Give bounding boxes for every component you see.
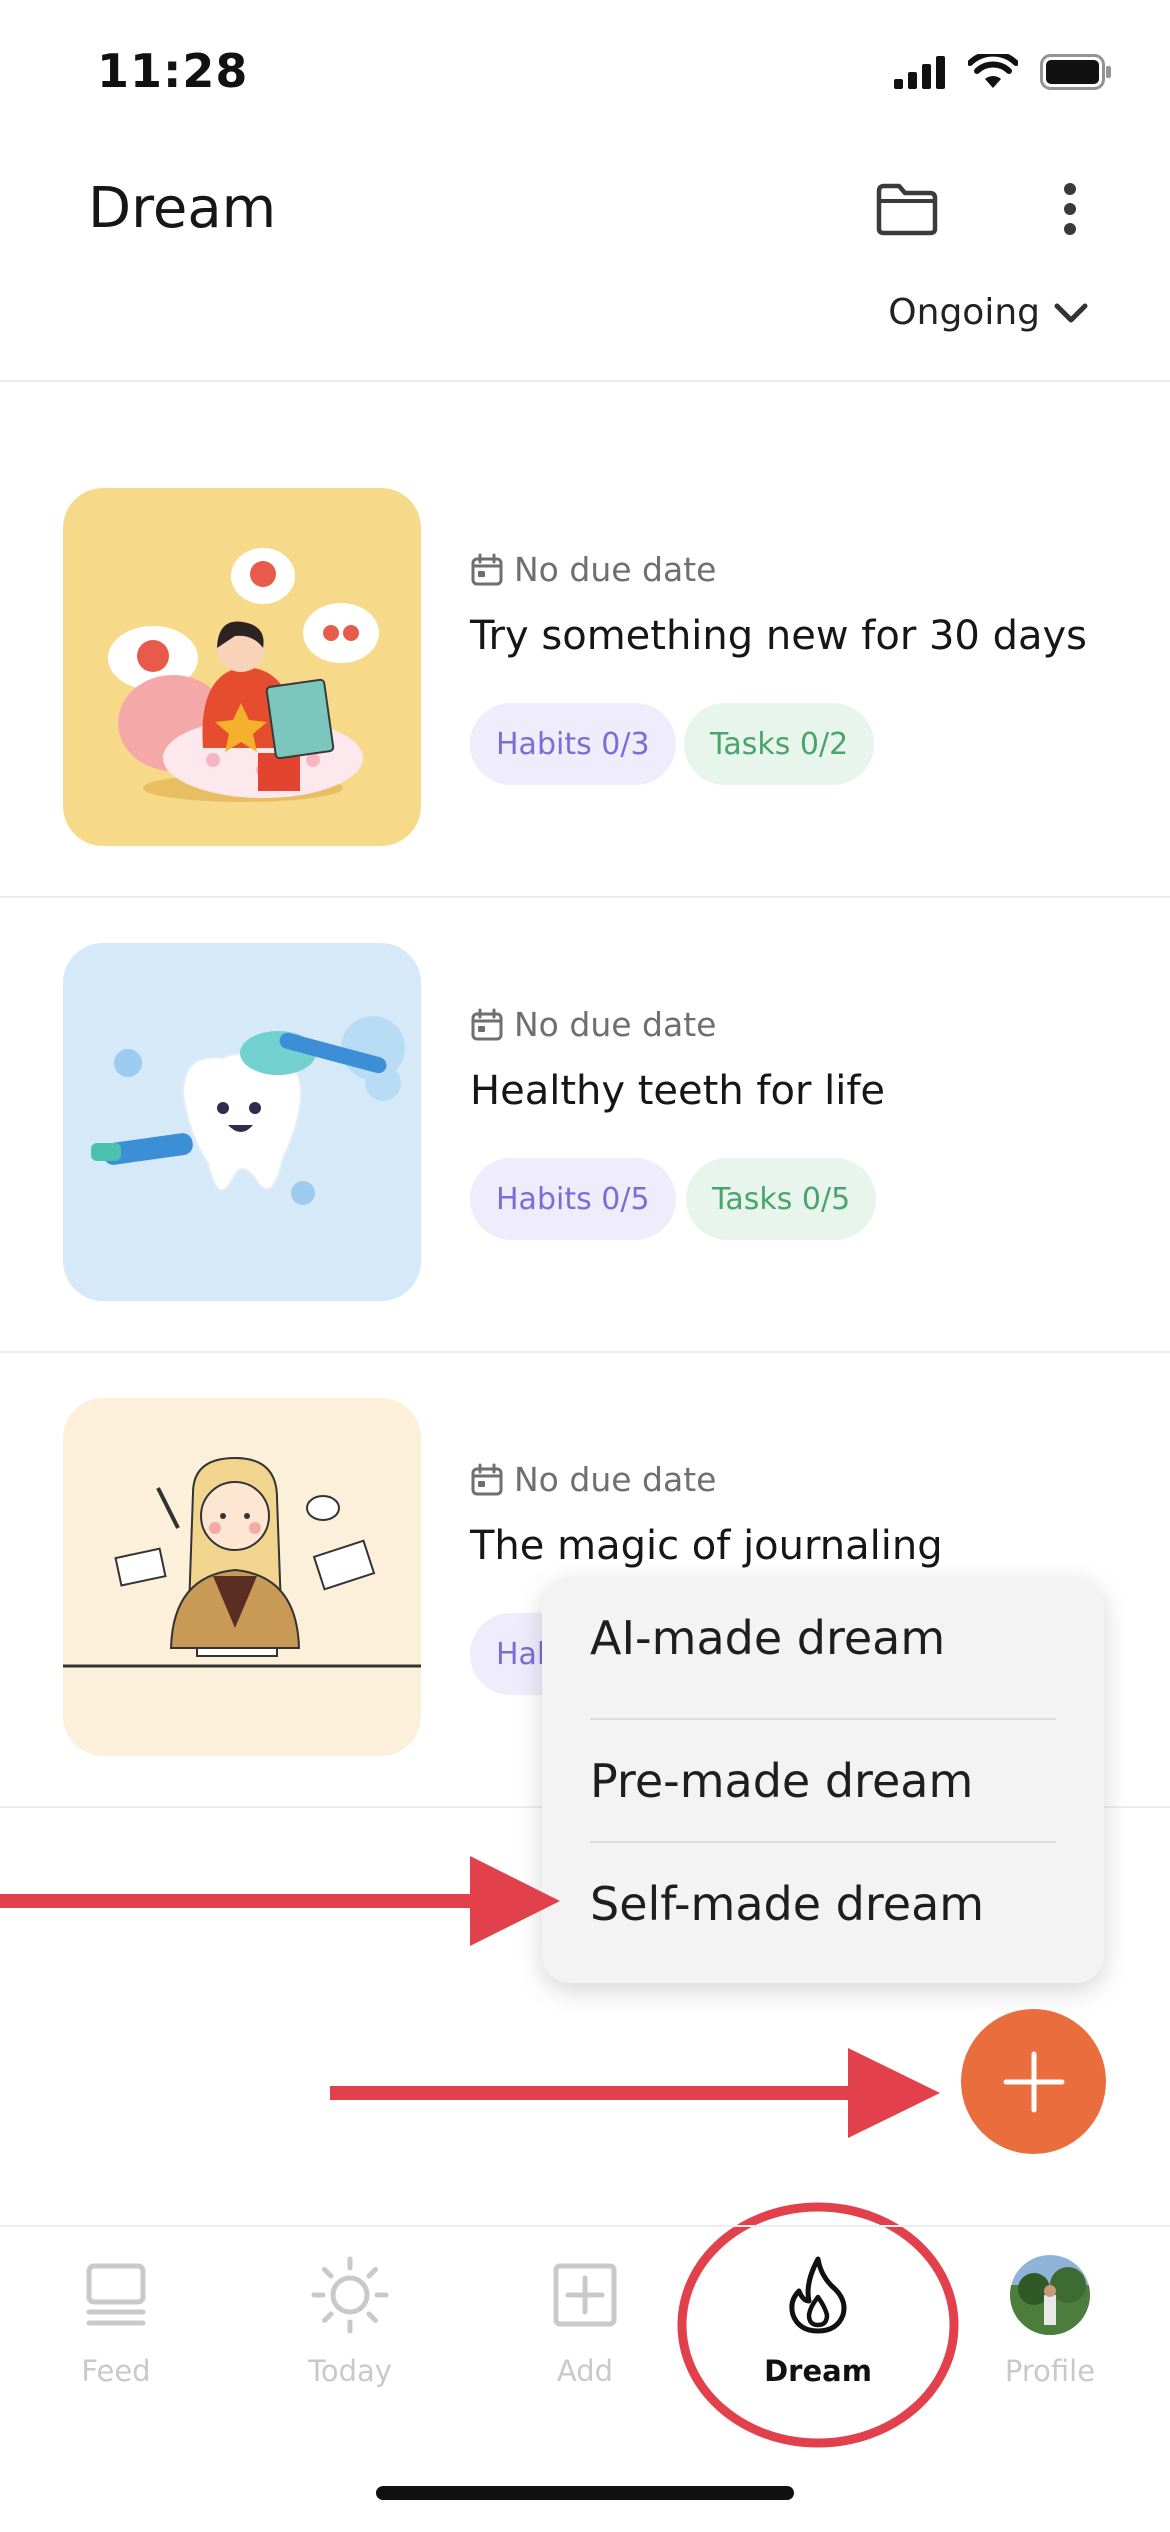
tasks-badge: Tasks 0/5: [686, 1158, 877, 1240]
due-date: No due date: [470, 1460, 716, 1499]
filter-label: Ongoing: [888, 292, 1040, 333]
page-title: Dream: [88, 176, 277, 241]
status-time: 11:28: [97, 44, 249, 98]
calendar-icon: [471, 1008, 503, 1040]
menu-item-pre-made-dream[interactable]: Pre-made dream: [590, 1720, 1056, 1842]
nav-label-add: Add: [556, 2354, 614, 2388]
signal-icon: [894, 56, 945, 89]
avatar: [1010, 2255, 1090, 2335]
status-filter-dropdown[interactable]: Ongoing: [888, 292, 1088, 333]
dream-title: The magic of journaling: [470, 1523, 943, 1569]
wifi-icon: [968, 54, 1018, 88]
nav-label-dream: Dream: [764, 2354, 872, 2388]
more-vertical-icon: [1064, 183, 1076, 235]
folder-button[interactable]: [862, 164, 952, 254]
header-divider: [0, 380, 1170, 382]
due-date-text: No due date: [514, 550, 717, 589]
nav-label-feed: Feed: [81, 2354, 151, 2388]
arrow-to-add-button: [330, 2048, 940, 2138]
due-date-text: No due date: [514, 1460, 717, 1499]
dream-title: Healthy teeth for life: [470, 1068, 886, 1114]
dream-illustration: [63, 943, 421, 1301]
add-square-icon: [553, 2263, 617, 2327]
nav-item-today[interactable]: Today: [265, 2250, 435, 2410]
dream-card[interactable]: No due date Try something new for 30 day…: [0, 443, 1170, 898]
dream-title: Try something new for 30 days: [470, 613, 1088, 659]
nav-item-feed[interactable]: Feed: [31, 2250, 201, 2410]
calendar-icon: [471, 553, 503, 585]
plus-icon: [1003, 2051, 1064, 2112]
calendar-icon: [471, 1463, 503, 1495]
folder-icon: [876, 183, 938, 236]
nav-item-dream[interactable]: Dream: [733, 2250, 903, 2410]
dream-illustration: [63, 488, 421, 846]
new-dream-menu: AI-made dream Pre-made dream Self-made d…: [542, 1577, 1104, 1983]
nav-item-profile[interactable]: Profile: [965, 2250, 1135, 2410]
arrow-to-self-made-dream: [0, 1856, 560, 1946]
home-indicator: [376, 2486, 794, 2500]
dream-illustration: [63, 1398, 421, 1756]
chevron-down-icon: [1054, 303, 1088, 322]
status-icons: [894, 50, 1112, 94]
nav-label-profile: Profile: [1004, 2354, 1096, 2388]
due-date: No due date: [470, 550, 716, 589]
tasks-badge: Tasks 0/2: [684, 703, 875, 785]
nav-label-today: Today: [308, 2354, 392, 2388]
menu-item-self-made-dream[interactable]: Self-made dream: [590, 1843, 1056, 1965]
menu-item-ai-made-dream[interactable]: AI-made dream: [590, 1577, 1056, 1699]
sun-icon: [311, 2256, 389, 2334]
flame-icon: [789, 2256, 847, 2334]
nav-item-add[interactable]: Add: [500, 2250, 670, 2410]
due-date: No due date: [470, 1005, 716, 1044]
due-date-text: No due date: [514, 1005, 717, 1044]
feed-icon: [86, 2263, 146, 2326]
dream-card[interactable]: No due date Healthy teeth for life Habit…: [0, 898, 1170, 1353]
habits-badge: Habits 0/3: [470, 703, 676, 785]
nav-divider: [0, 2225, 1170, 2227]
add-dream-button[interactable]: [961, 2009, 1106, 2154]
more-options-button[interactable]: [1025, 164, 1115, 254]
battery-icon: [1040, 54, 1111, 90]
habits-badge: Habits 0/5: [470, 1158, 676, 1240]
